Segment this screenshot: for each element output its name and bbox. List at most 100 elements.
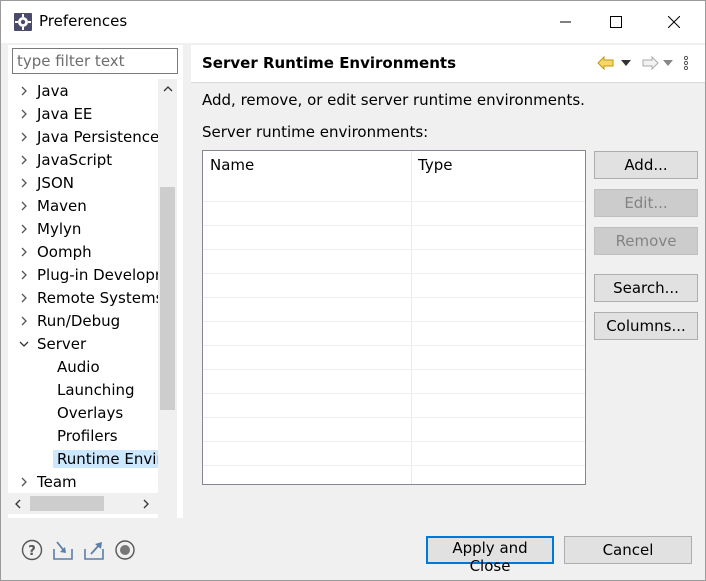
tree-item-remote-systems[interactable]: Remote Systems [8,286,158,309]
preferences-app-icon [13,12,33,32]
forward-history-dropdown[interactable] [663,51,673,75]
svg-text:?: ? [28,544,36,559]
chevron-right-icon[interactable] [18,177,30,189]
chevron-right-icon [143,499,149,508]
minimize-button[interactable] [543,1,589,43]
chevron-right-icon[interactable] [18,269,30,281]
back-button[interactable] [597,51,615,75]
row-separator [203,225,585,226]
preference-page: Server Runtime Environments Add, remove,… [191,45,705,518]
tree-item-server[interactable]: Server [8,332,158,355]
row-separator [203,441,585,442]
tree-item-server-overlays[interactable]: Overlays [8,401,158,424]
import-icon [53,541,73,560]
preferences-tree-panel: Java Java EE Java Persistence JavaScript… [8,45,183,537]
scroll-up-button[interactable] [158,79,177,99]
forward-button[interactable] [641,51,659,75]
tree-item-oomph[interactable]: Oomph [8,240,158,263]
runtime-list-label: Server runtime environments: [202,123,429,141]
export-button[interactable] [83,539,105,561]
tree-horizontal-scrollbar[interactable] [8,493,158,514]
row-separator [203,369,585,370]
search-button[interactable]: Search... [594,274,698,302]
columns-button[interactable]: Columns... [594,312,698,340]
view-menu-button[interactable] [683,51,689,75]
record-button[interactable] [114,539,136,561]
chevron-right-icon[interactable] [18,246,30,258]
tree-item-maven[interactable]: Maven [8,194,158,217]
row-separator [203,201,585,202]
tree-item-server-audio[interactable]: Audio [8,355,158,378]
tree-item-mylyn[interactable]: Mylyn [8,217,158,240]
maximize-icon [610,16,622,28]
row-separator [203,393,585,394]
row-separator [203,321,585,322]
remove-button[interactable]: Remove [594,227,698,255]
chevron-right-icon[interactable] [18,85,30,97]
tree-item-java[interactable]: Java [8,79,158,102]
page-header: Server Runtime Environments [191,45,705,83]
dropdown-arrow-icon [621,60,631,66]
apply-and-close-button[interactable]: Apply and Close [426,536,554,575]
tree-item-java-persistence[interactable]: Java Persistence [8,125,158,148]
close-button[interactable] [651,1,697,43]
chevron-right-icon[interactable] [18,315,30,327]
tree-item-server-profilers[interactable]: Profilers [8,424,158,447]
runtime-environments-table[interactable]: Name Type [202,150,586,485]
chevron-right-icon[interactable] [18,223,30,235]
preferences-window: Preferences Java Java EE Java Persistenc… [0,0,706,581]
row-separator [203,249,585,250]
chevron-up-icon [163,86,172,92]
forward-arrow-icon [642,56,659,70]
row-separator [203,297,585,298]
preferences-tree: Java Java EE Java Persistence JavaScript… [8,79,158,537]
column-header-type[interactable]: Type [418,151,452,175]
chevron-right-icon[interactable] [18,108,30,120]
add-button[interactable]: Add... [594,151,698,179]
scroll-left-button[interactable] [8,493,28,514]
page-title: Server Runtime Environments [202,54,456,72]
cancel-button[interactable]: Cancel [564,536,692,564]
tree-item-java-ee[interactable]: Java EE [8,102,158,125]
scroll-right-button[interactable] [136,493,156,514]
back-arrow-icon [597,56,614,70]
dialog-button-bar: ? Apply and Close Cancel [1,518,705,580]
chevron-right-icon[interactable] [18,154,30,166]
vertical-scroll-thumb[interactable] [160,187,175,410]
tree-item-run-debug[interactable]: Run/Debug [8,309,158,332]
help-button[interactable]: ? [21,539,43,561]
import-button[interactable] [52,539,74,561]
maximize-button[interactable] [593,1,639,43]
chevron-right-icon[interactable] [18,292,30,304]
column-header-name[interactable]: Name [210,151,254,175]
record-icon [115,540,135,560]
dropdown-arrow-icon [663,60,673,66]
row-separator [203,465,585,466]
tree-vertical-scrollbar[interactable] [158,79,177,537]
tree-item-server-launching[interactable]: Launching [8,378,158,401]
edit-button[interactable]: Edit... [594,189,698,217]
minimize-icon [560,21,571,23]
chevron-right-icon[interactable] [18,200,30,212]
tree-item-server-runtime-environments[interactable]: Runtime Envir [8,447,158,470]
row-separator [203,345,585,346]
back-history-dropdown[interactable] [621,51,631,75]
filter-input[interactable] [12,48,178,74]
row-separator [203,273,585,274]
export-icon [84,542,104,560]
tree-item-javascript[interactable]: JavaScript [8,148,158,171]
title-bar: Preferences [1,1,705,43]
row-separator [203,417,585,418]
tree-item-team[interactable]: Team [8,470,158,493]
chevron-down-icon[interactable] [18,338,30,350]
kebab-menu-icon [683,55,689,71]
close-icon [668,16,680,28]
chevron-left-icon [15,499,21,508]
page-description: Add, remove, or edit server runtime envi… [202,91,585,109]
tree-item-plugin-development[interactable]: Plug-in Developr [8,263,158,286]
window-title: Preferences [39,12,128,30]
chevron-right-icon[interactable] [18,476,30,488]
chevron-right-icon[interactable] [18,131,30,143]
tree-item-json[interactable]: JSON [8,171,158,194]
horizontal-scroll-thumb[interactable] [30,496,104,511]
